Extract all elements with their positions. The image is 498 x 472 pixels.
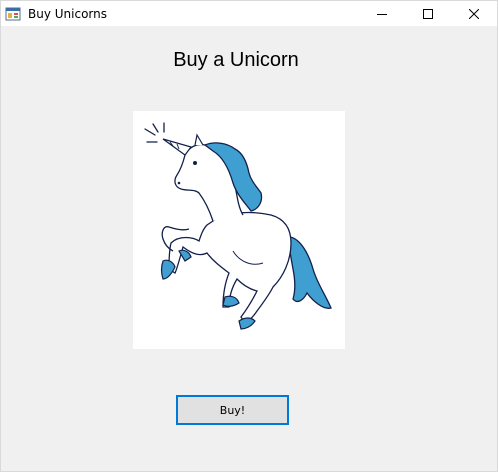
app-window: Buy Unicorns Buy a Unicorn Buy!: [0, 0, 498, 472]
close-icon: [469, 8, 479, 19]
buy-button[interactable]: Buy!: [176, 395, 289, 425]
maximize-icon: [423, 8, 433, 19]
window-title: Buy Unicorns: [28, 6, 107, 21]
maximize-button[interactable]: [405, 1, 451, 26]
unicorn-illustration: [144, 122, 332, 330]
minimize-button[interactable]: [359, 1, 405, 26]
unicorn-picture-box: [133, 111, 345, 349]
minimize-icon: [377, 13, 387, 15]
title-bar[interactable]: Buy Unicorns: [1, 1, 497, 26]
page-heading: Buy a Unicorn: [173, 49, 299, 71]
close-button[interactable]: [451, 1, 497, 26]
app-window-icon[interactable]: [5, 6, 21, 22]
